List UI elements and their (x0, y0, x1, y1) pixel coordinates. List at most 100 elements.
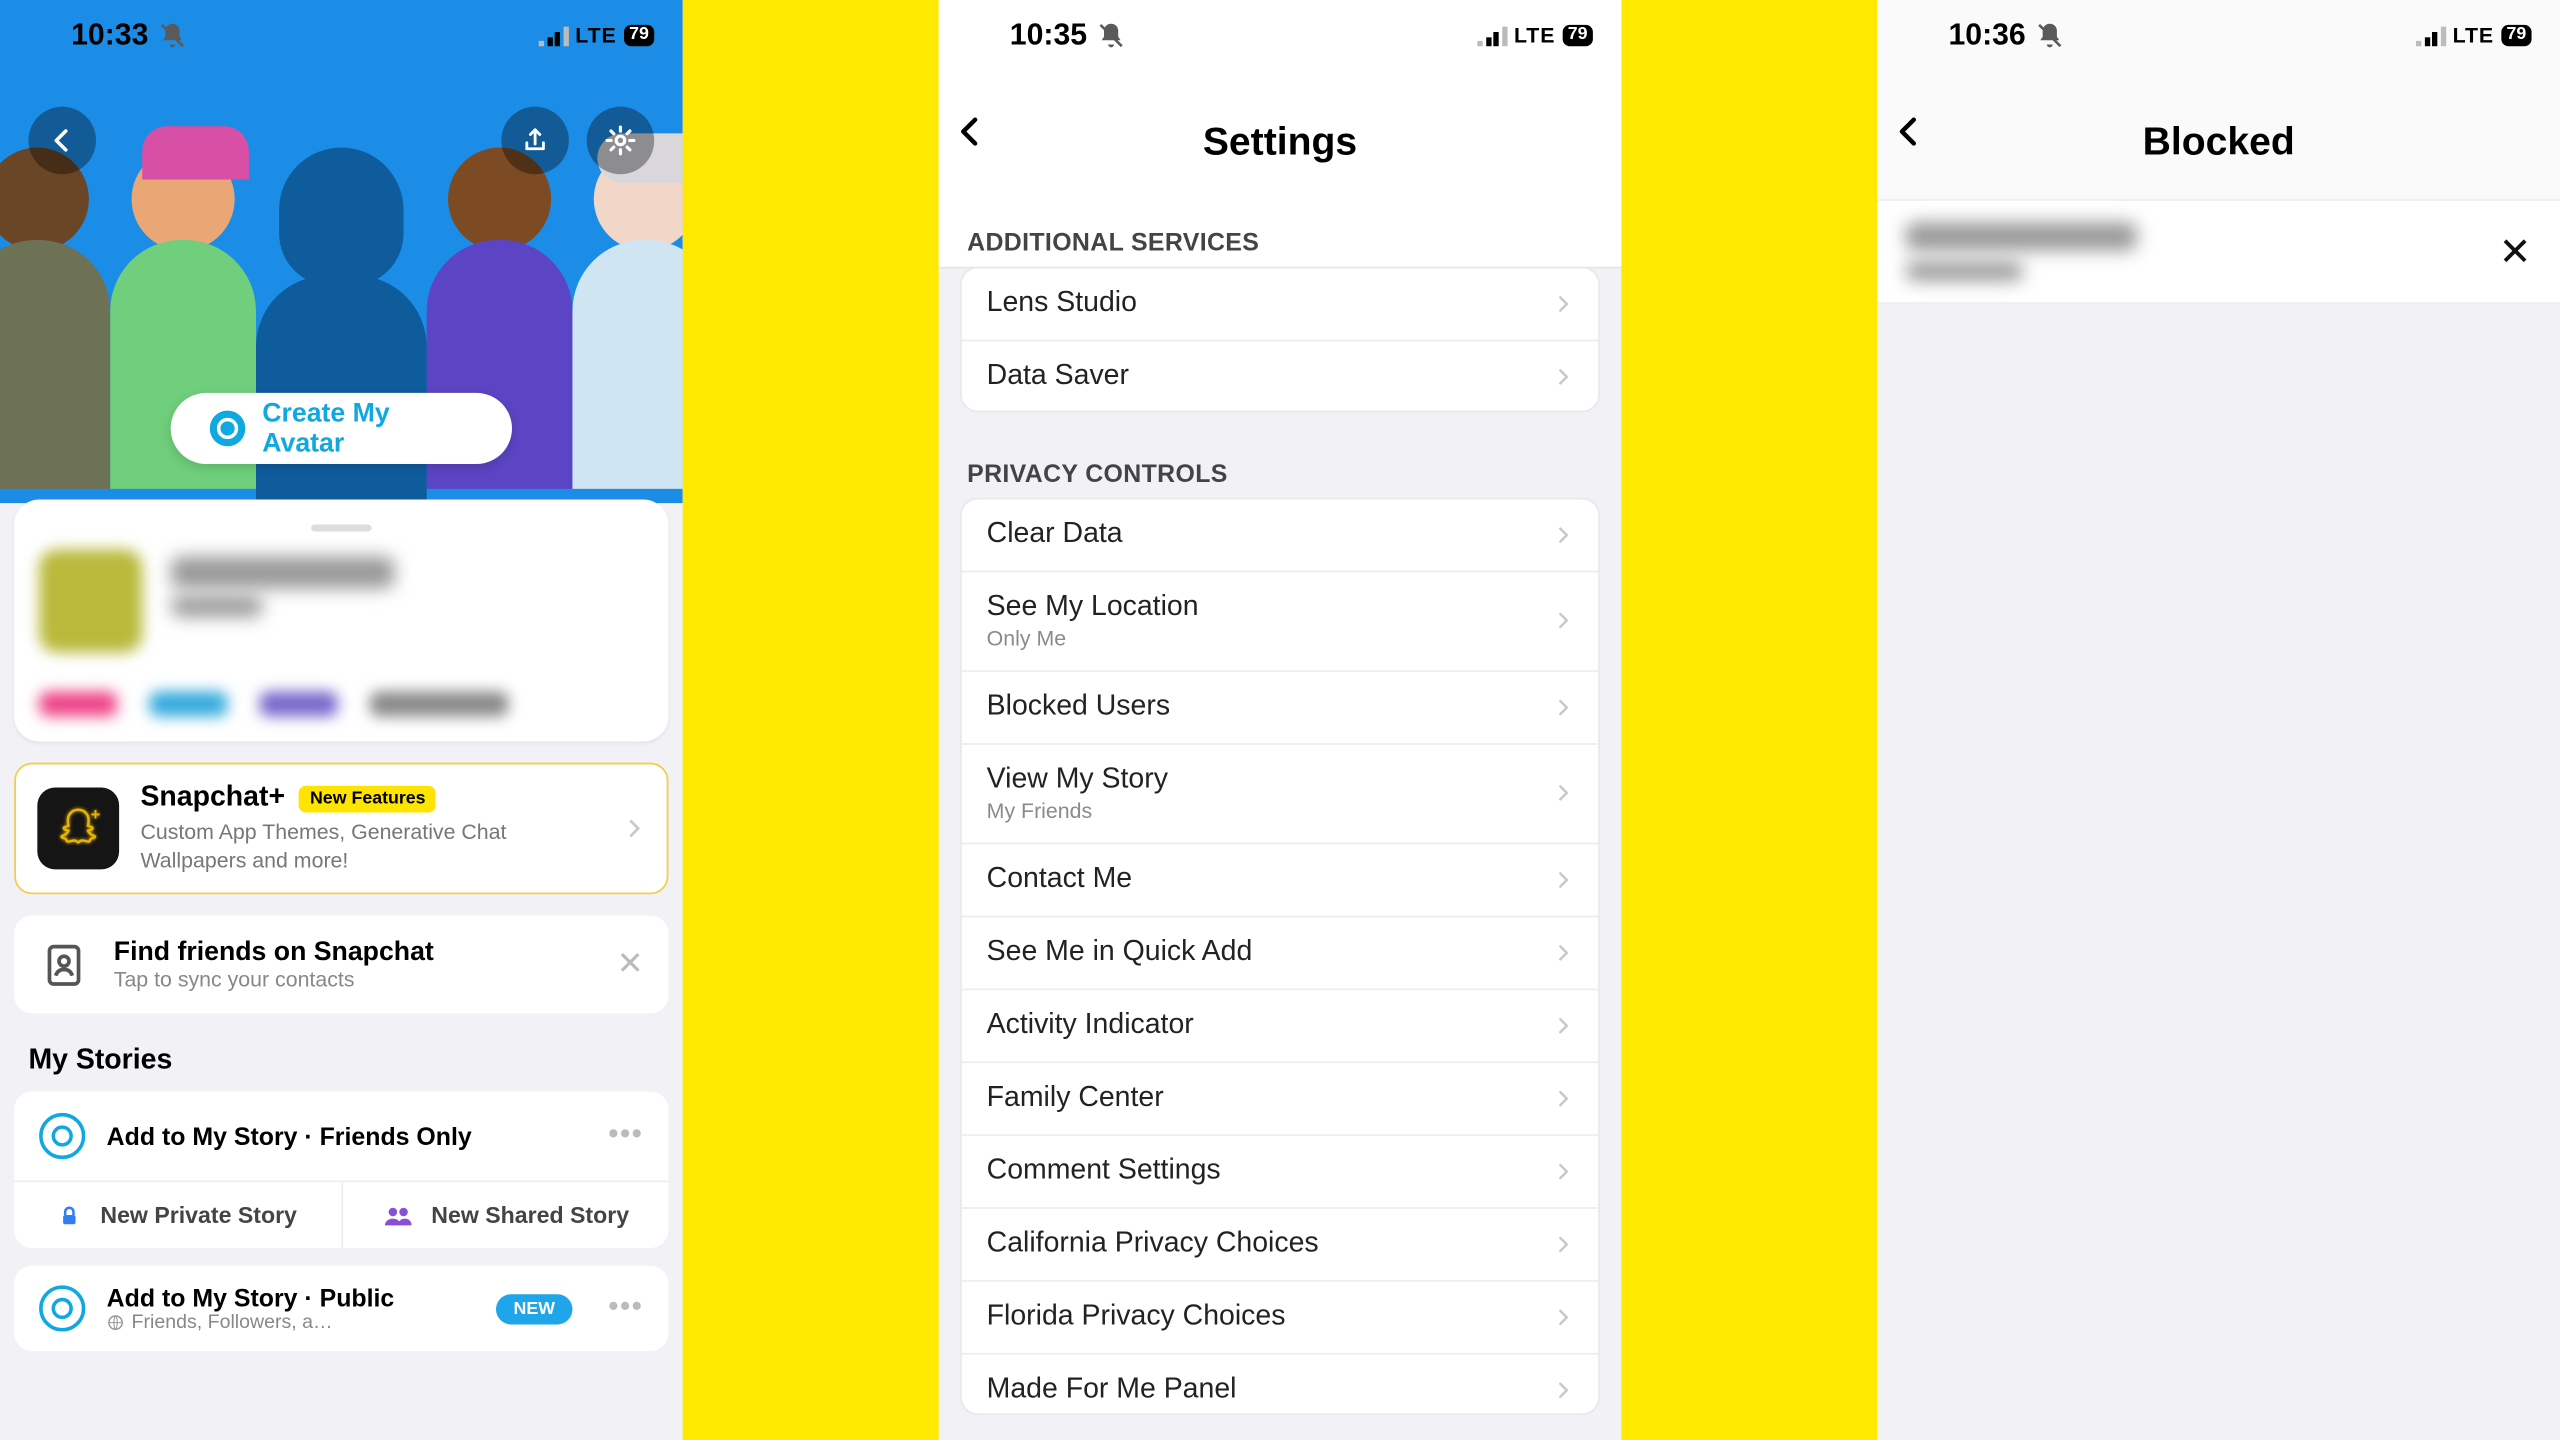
list-additional-services: Lens StudioData Saver (960, 267, 1600, 413)
chevron-right-icon (1554, 1303, 1574, 1331)
status-bar: 10:36 LTE 79 (1877, 0, 2560, 71)
globe-icon (107, 1314, 125, 1332)
back-button[interactable] (28, 107, 96, 175)
settings-item-see-me-in-quick-add[interactable]: See Me in Quick Add (962, 917, 1598, 990)
settings-button[interactable] (587, 107, 655, 175)
snapchat-plus-card[interactable]: + Snapchat+ New Features Custom App Them… (14, 763, 668, 895)
back-button[interactable] (1892, 110, 1928, 153)
blocked-user-row[interactable]: ✕ (1877, 199, 2560, 304)
settings-item-comment-settings[interactable]: Comment Settings (962, 1136, 1598, 1209)
username-blurred (171, 596, 263, 617)
more-button[interactable]: ••• (608, 1293, 643, 1325)
unblock-button[interactable]: ✕ (2499, 228, 2532, 274)
people-icon (382, 1203, 414, 1228)
snapchat-plus-sub: Custom App Themes, Generative Chat Wallp… (140, 818, 602, 876)
profile-badges (39, 692, 643, 717)
settings-item-see-my-location[interactable]: See My LocationOnly Me (962, 572, 1598, 672)
story-label: Add to My Story · Friends Only (107, 1122, 587, 1150)
share-icon (521, 126, 549, 154)
settings-item-lens-studio[interactable]: Lens Studio (962, 268, 1598, 341)
share-button[interactable] (501, 107, 569, 175)
blocked-screen: 10:36 LTE 79 Blocked (1877, 0, 2560, 1440)
chevron-right-icon (1554, 363, 1574, 391)
gear-icon (604, 124, 636, 156)
chevron-right-icon (1554, 290, 1574, 318)
clock: 10:35 (1010, 18, 1087, 54)
settings-item-label: Family Center (987, 1083, 1164, 1115)
new-private-story-button[interactable]: New Private Story (14, 1183, 340, 1249)
avatar-hero: Create My Avatar (0, 0, 683, 503)
profile-card[interactable] (14, 500, 668, 742)
page-title: Blocked (2143, 119, 2295, 165)
chevron-left-icon (1892, 110, 1928, 153)
settings-item-made-for-me-panel[interactable]: Made For Me Panel (962, 1355, 1598, 1416)
chevron-right-icon (1554, 1157, 1574, 1185)
settings-item-label: Blocked Users (987, 691, 1170, 723)
page-title: Settings (1203, 119, 1357, 165)
settings-item-contact-me[interactable]: Contact Me (962, 844, 1598, 917)
lock-icon (58, 1203, 83, 1228)
settings-item-view-my-story[interactable]: View My StoryMy Friends (962, 745, 1598, 845)
find-friends-title: Find friends on Snapchat (114, 938, 592, 968)
avatar-friend (572, 148, 682, 504)
settings-item-label: See My Location (987, 592, 1199, 624)
settings-item-family-center[interactable]: Family Center (962, 1063, 1598, 1136)
do-not-disturb-icon (2036, 21, 2064, 49)
blocked-username-blurred (1906, 261, 2023, 281)
settings-item-florida-privacy-choices[interactable]: Florida Privacy Choices (962, 1282, 1598, 1355)
more-button[interactable]: ••• (608, 1121, 643, 1153)
story-public-sub: Friends, Followers, a… (132, 1313, 333, 1334)
avatar-friend (0, 148, 110, 504)
settings-item-label: California Privacy Choices (987, 1228, 1319, 1260)
story-public-label: Add to My Story · Public (107, 1284, 475, 1312)
new-shared-story-button[interactable]: New Shared Story (340, 1183, 668, 1249)
profile-screen: 10:33 LTE 79 (0, 0, 683, 1440)
clock: 10:36 (1948, 18, 2025, 54)
status-bar: 10:33 LTE 79 (0, 0, 683, 71)
list-privacy-controls: Clear Data See My LocationOnly Me Blocked … (960, 498, 1600, 1415)
clock: 10:33 (71, 18, 148, 54)
settings-item-blocked-users[interactable]: Blocked Users (962, 672, 1598, 745)
signal-icon (1478, 26, 1507, 46)
settings-item-california-privacy-choices[interactable]: California Privacy Choices (962, 1209, 1598, 1282)
chevron-right-icon (1554, 866, 1574, 894)
settings-item-label: View My Story (987, 764, 1168, 796)
drag-handle[interactable] (311, 524, 371, 531)
signal-icon (2416, 26, 2445, 46)
do-not-disturb-icon (159, 21, 187, 49)
section-privacy-controls: PRIVACY CONTROLS (939, 437, 1622, 497)
battery-pill: 79 (624, 25, 654, 46)
snapchat-plus-icon: + (37, 788, 119, 870)
back-button[interactable] (953, 110, 989, 153)
status-bar: 10:35 LTE 79 (939, 0, 1622, 71)
new-badge: NEW (496, 1294, 573, 1324)
chevron-right-icon (1554, 607, 1574, 635)
add-to-story-friends[interactable]: Add to My Story · Friends Only ••• (14, 1092, 668, 1181)
display-name-blurred (171, 556, 395, 588)
network-label: LTE (2453, 23, 2494, 48)
snapcode[interactable] (39, 549, 142, 652)
network-label: LTE (575, 23, 616, 48)
new-shared-label: New Shared Story (431, 1202, 629, 1229)
settings-item-data-saver[interactable]: Data Saver (962, 341, 1598, 412)
do-not-disturb-icon (1098, 21, 1126, 49)
new-private-label: New Private Story (100, 1202, 297, 1229)
chevron-right-icon (1554, 939, 1574, 967)
find-friends-card[interactable]: Find friends on Snapchat Tap to sync you… (14, 916, 668, 1014)
svg-text:+: + (91, 805, 101, 824)
my-story-public-card[interactable]: Add to My Story · Public Friends, Follow… (14, 1266, 668, 1351)
create-avatar-button[interactable]: Create My Avatar (171, 393, 512, 464)
settings-item-clear-data[interactable]: Clear Data (962, 499, 1598, 572)
section-additional-services: ADDITIONAL SERVICES (939, 199, 1622, 267)
contacts-icon (39, 940, 89, 990)
dismiss-button[interactable]: ✕ (617, 946, 644, 983)
my-stories-header: My Stories (28, 1046, 654, 1078)
story-camera-icon (39, 1114, 85, 1160)
blocked-name-blurred (1906, 222, 2137, 250)
settings-item-label: Clear Data (987, 519, 1123, 551)
signal-icon (539, 26, 568, 46)
my-story-friends-card: Add to My Story · Friends Only ••• New P… (14, 1092, 668, 1248)
chevron-left-icon (953, 110, 989, 153)
settings-item-activity-indicator[interactable]: Activity Indicator (962, 990, 1598, 1063)
network-label: LTE (1514, 23, 1555, 48)
